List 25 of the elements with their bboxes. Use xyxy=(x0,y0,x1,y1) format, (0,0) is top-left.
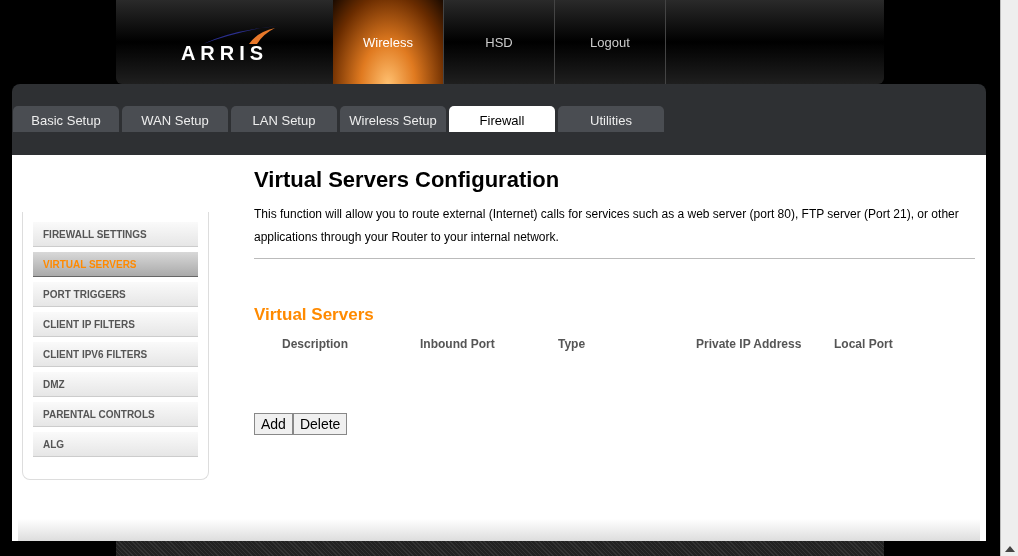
action-button[interactable]: Delete xyxy=(292,413,348,435)
sidebar-item[interactable]: CLIENT IPV6 FILTERS xyxy=(33,342,198,367)
sidebar-item[interactable]: FIREWALL SETTINGS xyxy=(33,222,198,247)
tab[interactable]: Utilities xyxy=(558,106,664,132)
sidebar-item[interactable]: PARENTAL CONTROLS xyxy=(33,402,198,427)
section-title: Virtual Servers xyxy=(254,305,375,325)
sidebar-item[interactable]: PORT TRIGGERS xyxy=(33,282,198,307)
column-header: Inbound Port xyxy=(420,336,496,353)
column-header: Private IP Address xyxy=(696,336,803,353)
column-header: Description xyxy=(282,336,349,353)
action-button[interactable]: Add xyxy=(254,413,293,435)
column-header: Local Port xyxy=(834,336,894,353)
tab[interactable]: Firewall xyxy=(449,106,555,132)
sidebar-item[interactable]: ALG xyxy=(33,432,198,457)
sidebar-item[interactable]: CLIENT IP FILTERS xyxy=(33,312,198,337)
tab[interactable]: LAN Setup xyxy=(231,106,337,132)
tab[interactable]: Basic Setup xyxy=(13,106,119,132)
column-header: Type xyxy=(558,336,587,353)
tab[interactable]: Wireless Setup xyxy=(340,106,446,132)
tab[interactable]: WAN Setup xyxy=(122,106,228,132)
logo-text: ARRIS xyxy=(180,41,269,65)
page-title: Virtual Servers Configuration xyxy=(254,167,561,193)
description-text: This function will allow you to route external (Internet) calls for services such as a web server (port 80), FTP server (Port 21), or other applications through your Router to your internal network. xyxy=(254,206,960,246)
up-arrow-icon[interactable] xyxy=(1004,546,1015,552)
sidebar-item[interactable]: DMZ xyxy=(33,372,198,397)
